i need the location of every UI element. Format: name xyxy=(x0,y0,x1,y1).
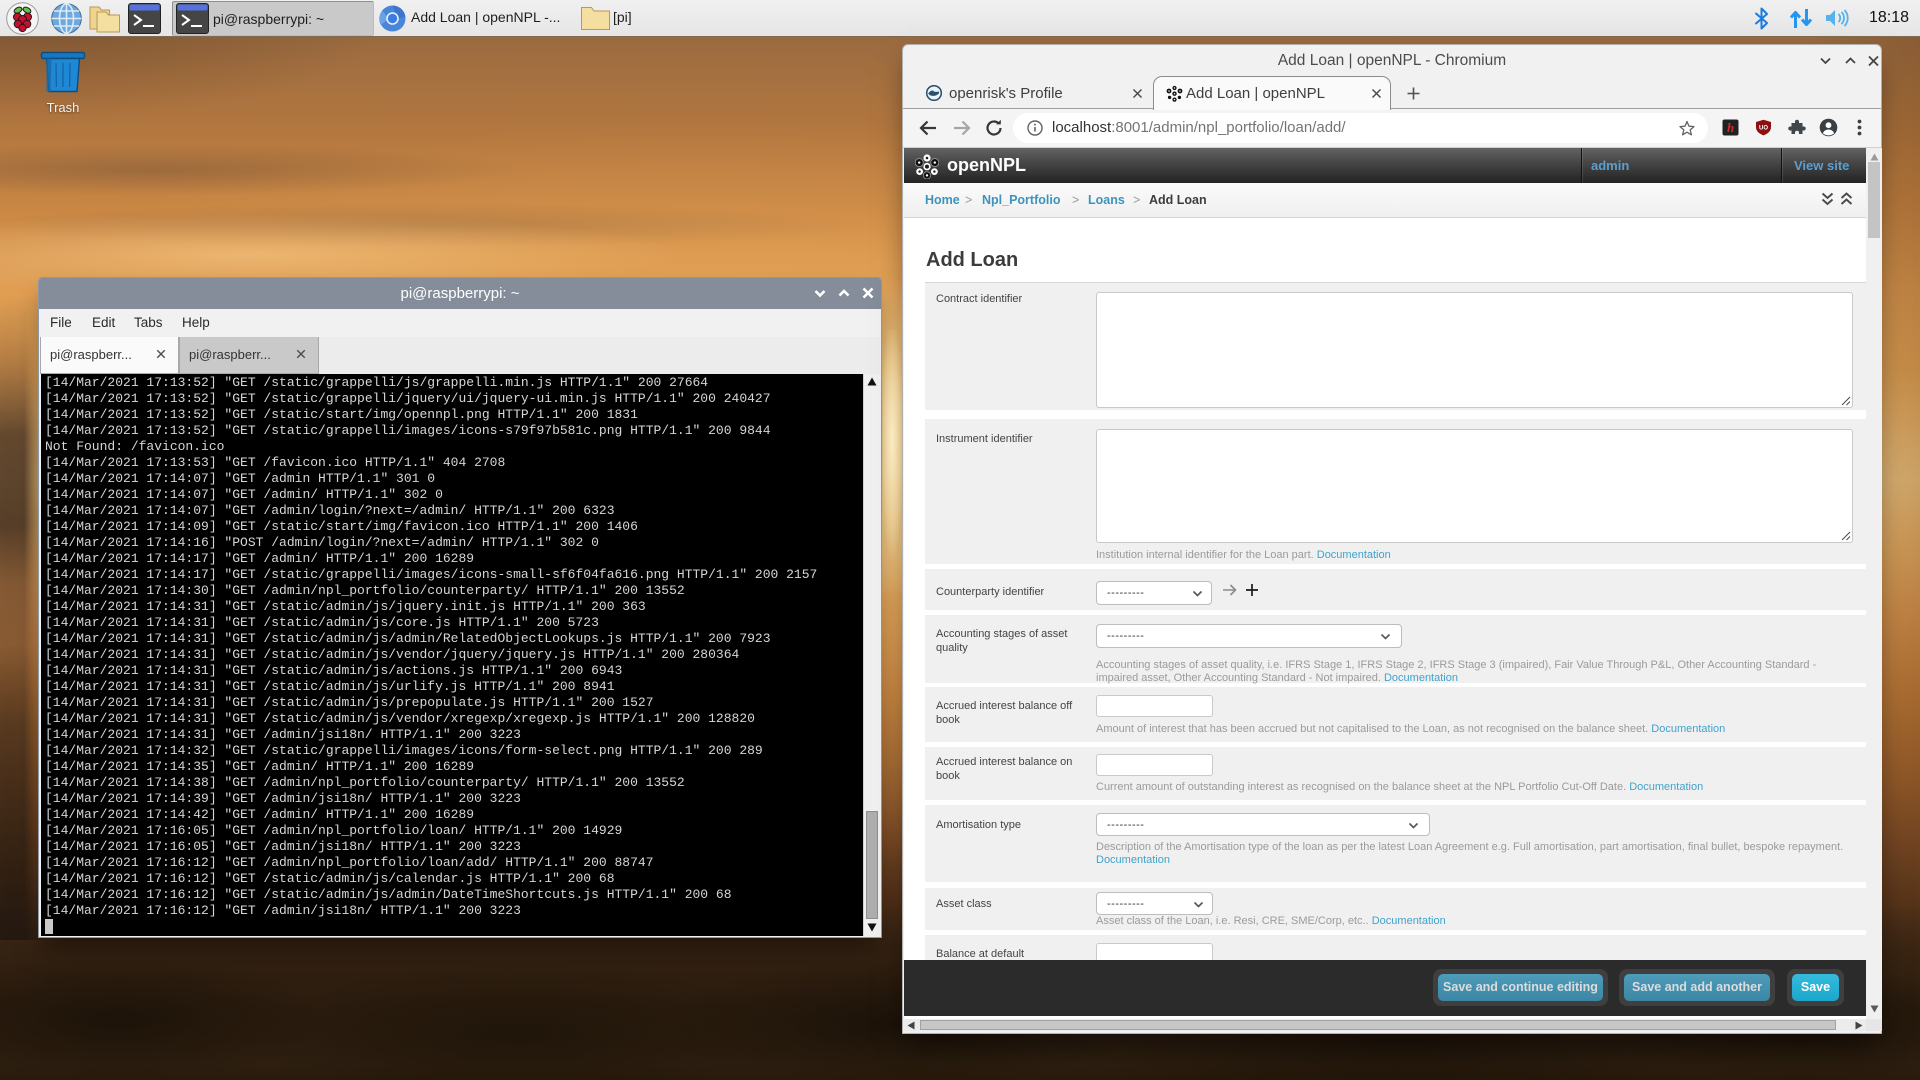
svg-text:h: h xyxy=(1727,120,1734,135)
svg-text:UO: UO xyxy=(1759,126,1768,132)
